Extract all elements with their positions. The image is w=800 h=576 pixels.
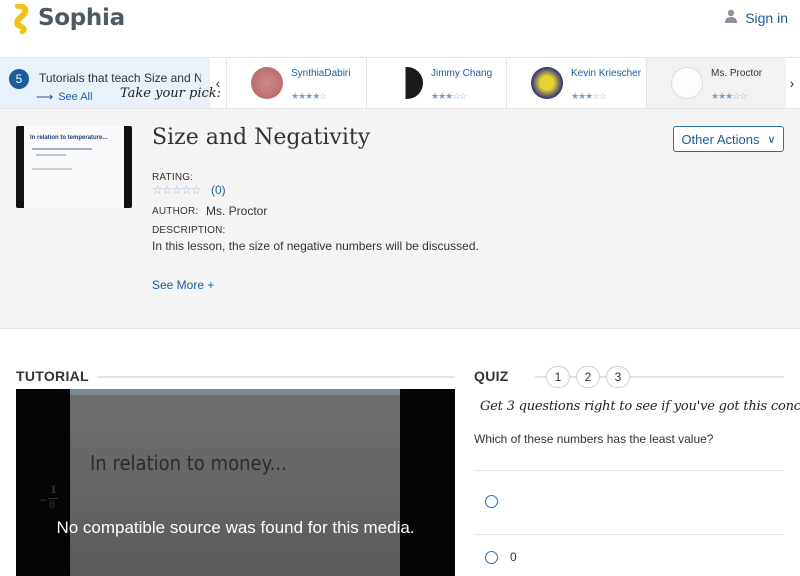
carousel-prev-button[interactable]: ‹ — [210, 58, 226, 108]
see-more-link[interactable]: See More + — [152, 278, 214, 292]
quiz-question: Which of these numbers has the least val… — [474, 432, 714, 446]
rating-count[interactable]: (0) — [211, 183, 226, 197]
tutorial-count-badge: 5 — [9, 69, 29, 89]
rating-label: RATING: — [152, 172, 194, 183]
thumbnail-line — [32, 168, 72, 170]
arrow-right-icon: ⟶ — [36, 90, 54, 104]
tutorial-card[interactable]: SynthiaDabiri ★★★★☆ — [226, 58, 366, 108]
site-header: Sophia Sign in — [0, 0, 800, 57]
thumbnail-heading: In relation to temperature... — [30, 135, 108, 141]
tutorial-card[interactable]: Jimmy Chang ★★★☆☆ — [366, 58, 506, 108]
lesson-thumbnail-slide: In relation to temperature... — [24, 126, 124, 208]
take-your-pick-label: Take your pick: — [120, 86, 222, 101]
option-radio[interactable] — [485, 495, 498, 508]
sophia-logo[interactable]: Sophia — [10, 3, 125, 35]
tutorial-card[interactable]: Ms. Proctor ★★★☆☆ — [646, 58, 786, 108]
author-name: Ms. Proctor — [206, 204, 268, 218]
video-frame: In relation to money... — [70, 389, 400, 576]
chevron-down-icon: ∨ — [767, 133, 776, 146]
fraction-minus: − — [38, 493, 49, 507]
tutorial-card-author: SynthiaDabiri — [291, 68, 351, 79]
lesson-description: In this lesson, the size of negative num… — [152, 239, 479, 253]
see-all-label: See All — [58, 91, 93, 103]
tutorial-carousel: 5 Tutorials that teach Size and Negativi… — [0, 57, 800, 109]
tutorial-card-rating: ★★★☆☆ — [711, 91, 747, 101]
tutorial-card-rating: ★★★★☆ — [291, 91, 327, 101]
tutorial-card-thumbnail — [391, 67, 423, 99]
quiz-option[interactable]: 0 — [474, 534, 784, 576]
lesson-thumbnail[interactable]: In relation to temperature... — [16, 126, 132, 208]
tutorial-card-rating: ★★★☆☆ — [431, 91, 467, 101]
carousel-next-button[interactable]: › — [784, 58, 800, 108]
see-all-link[interactable]: ⟶ See All — [36, 90, 92, 104]
video-error-message: No compatible source was found for this … — [56, 518, 415, 537]
tutorial-divider — [97, 376, 455, 378]
lesson-title: Size and Negativity — [152, 125, 371, 150]
tutorial-card-thumbnail — [671, 67, 703, 99]
fraction-numerator: 1 — [50, 485, 57, 496]
tutorial-heading: TUTORIAL — [16, 368, 89, 384]
thumbnail-line — [36, 154, 66, 156]
other-actions-label: Other Actions — [681, 131, 760, 147]
user-icon — [725, 9, 745, 26]
tutorial-card-author: Ms. Proctor — [711, 68, 763, 79]
video-slide-bar — [70, 389, 400, 395]
thumbnail-line — [32, 148, 92, 150]
tutorial-card-rating: ★★★☆☆ — [571, 91, 607, 101]
quiz-step-3[interactable]: 3 — [606, 366, 630, 388]
tutorial-card-thumbnail — [251, 67, 283, 99]
tutorial-card-author: Kevin Kriescher — [571, 68, 642, 79]
chevron-left-icon: ‹ — [215, 75, 221, 91]
tutorial-carousel-summary: 5 Tutorials that teach Size and Negativi… — [0, 58, 221, 108]
quiz-step-2[interactable]: 2 — [576, 366, 600, 388]
video-player[interactable]: In relation to money... No compatible so… — [16, 389, 455, 576]
video-slide-text: In relation to money... — [90, 451, 287, 475]
quiz-tagline: Get 3 questions right to see if you've g… — [480, 399, 800, 414]
quiz-heading: QUIZ — [474, 368, 535, 384]
sign-in-link[interactable]: Sign in — [725, 9, 788, 26]
tutorial-card-author: Jimmy Chang — [431, 68, 493, 79]
author-label: AUTHOR: — [152, 206, 199, 217]
chevron-right-icon: › — [789, 75, 795, 91]
tutorial-card[interactable]: Kevin Kriescher ★★★☆☆ — [506, 58, 646, 108]
other-actions-button[interactable]: Other Actions ∨ — [673, 126, 784, 152]
quiz-option[interactable] — [474, 470, 784, 534]
fraction-denominator: 8 — [49, 500, 56, 511]
sign-in-label: Sign in — [745, 9, 788, 26]
option-text: 0 — [510, 550, 517, 564]
sophia-logo-icon — [10, 3, 34, 35]
quiz-step-1[interactable]: 1 — [546, 366, 570, 388]
lesson-header: In relation to temperature... Size and N… — [0, 109, 800, 329]
fraction-bar — [48, 498, 58, 499]
tutorial-card-thumbnail — [531, 67, 563, 99]
rating-stars[interactable]: ☆☆☆☆☆ — [152, 183, 202, 197]
tutorial-carousel-title: Tutorials that teach Size and Negativity — [39, 71, 201, 85]
option-radio[interactable] — [485, 551, 498, 564]
logo-text: Sophia — [38, 5, 125, 31]
description-label: DESCRIPTION: — [152, 225, 226, 236]
